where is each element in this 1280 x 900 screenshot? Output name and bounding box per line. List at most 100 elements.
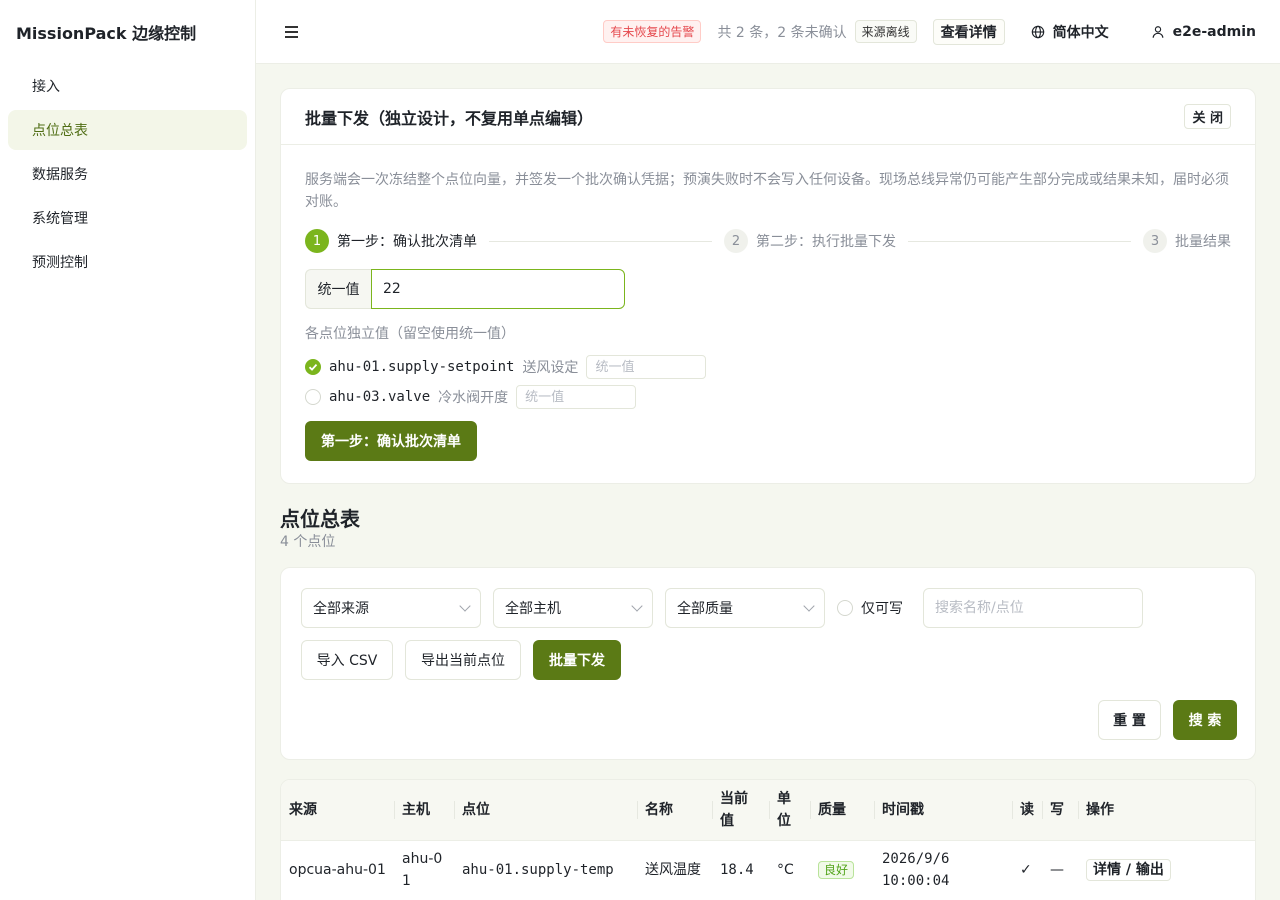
quality-select[interactable]: 全部质量	[665, 588, 825, 628]
cell-write: —	[1050, 862, 1064, 879]
point-code: ahu-01.supply-setpoint	[329, 359, 515, 375]
menu-toggle-icon[interactable]	[280, 20, 304, 44]
sidebar-item-system-management[interactable]: 系统管理	[8, 198, 247, 238]
step-1: 1 第一步：确认批次清单	[305, 229, 477, 253]
column-header-actions: 操作	[1078, 780, 1255, 841]
cell-timestamp: 2026/9/6 10:00:04	[882, 851, 950, 890]
host-select[interactable]: 全部主机	[493, 588, 653, 628]
sidebar-item-predictive-control[interactable]: 预测控制	[8, 242, 247, 282]
sidebar-item-access[interactable]: 接入	[8, 66, 247, 106]
point-code: ahu-03.valve	[329, 389, 431, 405]
writable-only-label: 仅可写	[861, 601, 903, 617]
step-connector	[489, 240, 712, 242]
point-name: 送风设定	[522, 360, 579, 376]
point-value-input[interactable]	[516, 385, 637, 409]
column-header-quality[interactable]: 质量	[810, 780, 874, 841]
batch-panel-title: 批量下发（独立设计，不复用单点编辑）	[305, 108, 594, 128]
chevron-down-icon	[803, 600, 815, 612]
cell-unit: °C	[777, 862, 794, 879]
cell-point: ahu-01.supply-temp	[462, 862, 614, 879]
source-select[interactable]: 全部来源	[301, 588, 481, 628]
point-value-input[interactable]	[586, 355, 707, 379]
cell-name: 送风温度	[645, 862, 701, 879]
host-select-value: 全部主机	[505, 601, 561, 617]
batch-write-button[interactable]: 批量下发	[533, 640, 621, 680]
column-header-write[interactable]: 写	[1042, 780, 1078, 841]
per-point-label: 各点位独立值（留空使用统一值）	[305, 326, 515, 342]
step-2: 2 第二步：执行批量下发	[724, 229, 896, 253]
table-header-row: 来源 主机 点位 名称 当前值 单位 质量 时间戳 读 写 操作	[281, 780, 1255, 841]
export-points-button[interactable]: 导出当前点位	[405, 640, 521, 680]
cell-actions: 详情 / 输出	[1078, 840, 1255, 900]
user-icon	[1152, 25, 1164, 38]
unified-value-group: 统一值	[305, 269, 625, 309]
cell-read: ✓	[1020, 862, 1032, 879]
cell-quality: 良好	[810, 840, 874, 900]
step-3: 3 批量结果	[1143, 229, 1231, 253]
alarm-tag: 有未恢复的告警	[603, 20, 702, 43]
batch-write-panel: 批量下发（独立设计，不复用单点编辑） 关 闭 服务端会一次冻结整个点位向量，并签…	[280, 88, 1256, 484]
writable-only-box	[837, 600, 853, 616]
alarm-count: 共 2 条，2 条未确认	[717, 24, 847, 41]
table-row: opcua-ahu-01 ahu-01 ahu-01.supply-temp 送…	[281, 840, 1255, 900]
chevron-down-icon	[631, 600, 643, 612]
chevron-down-icon	[459, 600, 471, 612]
point-row: ahu-01.supply-setpoint 送风设定	[305, 355, 1231, 379]
sidebar: MissionPack 边缘控制 接入 点位总表 数据服务 系统管理 预测控制	[0, 0, 256, 900]
sidebar-nav: 接入 点位总表 数据服务 系统管理 预测控制	[0, 64, 255, 288]
search-button[interactable]: 搜 索	[1173, 700, 1237, 740]
source-select-value: 全部来源	[313, 601, 369, 617]
unified-value-label: 统一值	[305, 269, 371, 309]
confirm-batch-button[interactable]: 第一步：确认批次清单	[305, 421, 477, 461]
language-switcher[interactable]: 简体中文	[1031, 22, 1109, 42]
cell-host: ahu-01	[402, 851, 443, 890]
column-header-point[interactable]: 点位	[454, 780, 637, 841]
point-count: 4 个点位	[280, 534, 336, 550]
view-details-button[interactable]: 查看详情	[932, 18, 1005, 45]
step-connector	[908, 240, 1131, 242]
step-1-label: 第一步：确认批次清单	[337, 234, 477, 250]
reset-button[interactable]: 重 置	[1098, 700, 1161, 740]
points-table: 来源 主机 点位 名称 当前值 单位 质量 时间戳 读 写 操作 opcua-a…	[280, 779, 1256, 900]
close-button[interactable]: 关 闭	[1184, 104, 1231, 129]
unified-value-input[interactable]	[371, 269, 625, 309]
source-offline-tag: 来源离线	[854, 20, 917, 43]
point-checkbox-checked[interactable]	[305, 359, 321, 375]
column-header-read[interactable]: 读	[1012, 780, 1042, 841]
cell-source: opcua-ahu-01	[289, 862, 386, 879]
step-3-number: 3	[1143, 229, 1167, 253]
import-csv-button[interactable]: 导入 CSV	[301, 640, 393, 680]
sidebar-item-points-overview[interactable]: 点位总表	[8, 110, 247, 150]
quality-badge: 良好	[818, 861, 855, 880]
column-header-host[interactable]: 主机	[394, 780, 454, 841]
step-1-number: 1	[305, 229, 329, 253]
globe-icon	[1031, 25, 1044, 38]
quality-select-value: 全部质量	[677, 601, 733, 617]
sidebar-item-data-service[interactable]: 数据服务	[8, 154, 247, 194]
writable-only-checkbox[interactable]: 仅可写	[837, 588, 903, 628]
column-header-source[interactable]: 来源	[281, 780, 394, 841]
column-header-timestamp[interactable]: 时间戳	[874, 780, 1012, 841]
point-row: ahu-03.valve 冷水阀开度	[305, 385, 1231, 409]
step-2-label: 第二步：执行批量下发	[756, 234, 896, 250]
user-menu[interactable]: e2e-admin	[1151, 24, 1256, 40]
step-indicator: 1 第一步：确认批次清单 2 第二步：执行批量下发 3 批量结果	[305, 229, 1231, 253]
cell-value: 18.4	[720, 862, 754, 879]
user-name: e2e-admin	[1172, 23, 1256, 40]
point-name: 冷水阀开度	[438, 390, 509, 406]
column-header-current-value[interactable]: 当前值	[712, 780, 769, 841]
brand-title: MissionPack 边缘控制	[16, 24, 197, 43]
search-input[interactable]	[923, 588, 1143, 628]
details-output-button[interactable]: 详情 / 输出	[1086, 859, 1171, 882]
step-2-number: 2	[724, 229, 748, 253]
step-3-label: 批量结果	[1175, 234, 1231, 250]
column-header-name[interactable]: 名称	[637, 780, 712, 841]
batch-description: 服务端会一次冻结整个点位向量，并签发一个批次确认凭据；预演失败时不会写入任何设备…	[305, 172, 1229, 210]
check-icon	[308, 363, 318, 371]
column-header-unit[interactable]: 单位	[769, 780, 810, 841]
page-title: 点位总表	[280, 507, 360, 531]
top-header: 有未恢复的告警 共 2 条，2 条未确认 来源离线 查看详情 简体中文 e2e-…	[256, 0, 1280, 64]
point-checkbox[interactable]	[305, 389, 321, 405]
filter-panel: 全部来源 全部主机 全部质量 仅可写 导入 CSV 导出当前点位 批量下发 重 …	[280, 567, 1256, 760]
language-label: 简体中文	[1052, 24, 1109, 41]
